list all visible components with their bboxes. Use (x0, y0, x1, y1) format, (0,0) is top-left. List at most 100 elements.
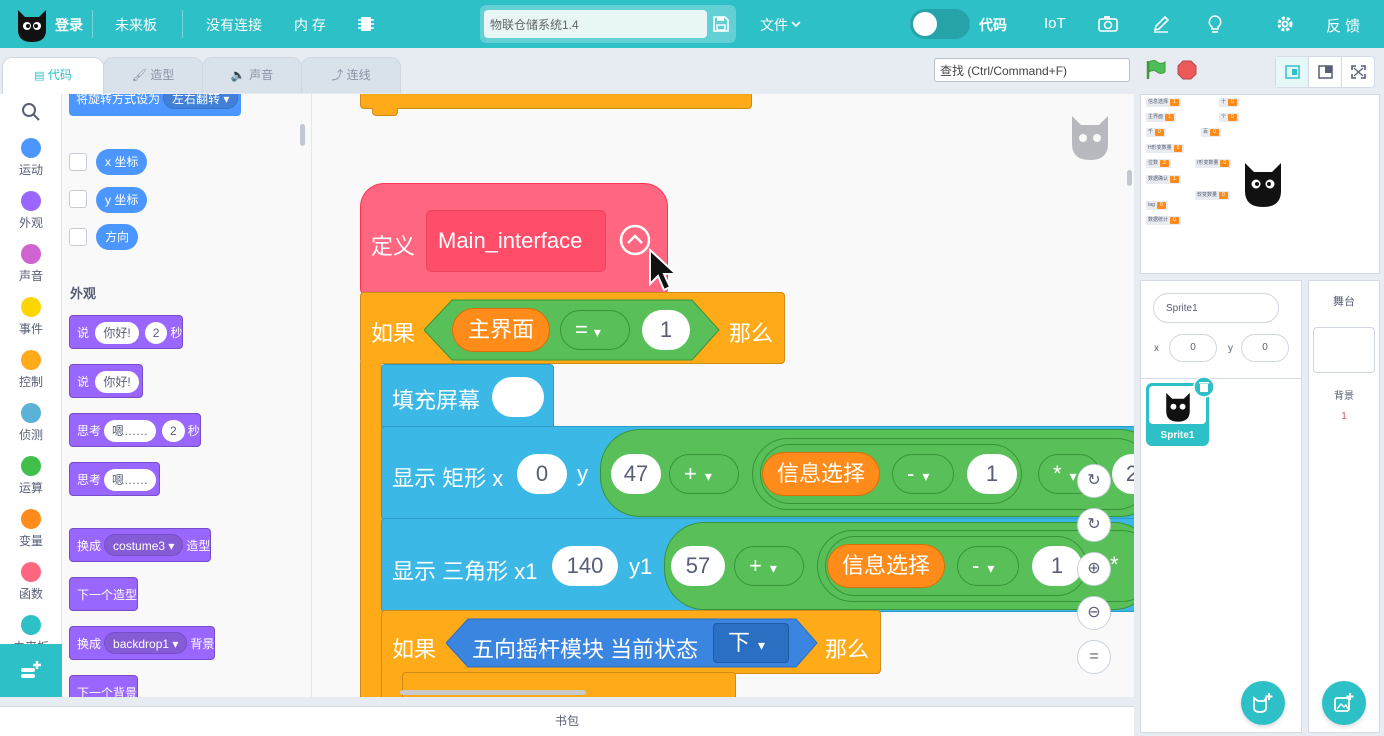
category-7[interactable]: 运算 (0, 456, 62, 496)
code-mode-toggle[interactable] (910, 9, 970, 39)
file-menu[interactable]: 文件 (760, 15, 788, 35)
backpack-bar[interactable]: 书包 (0, 706, 1134, 736)
add-backdrop-button[interactable] (1322, 681, 1366, 725)
rect-y-input[interactable]: 47 (611, 454, 661, 494)
think-text-input[interactable]: 嗯…… (104, 469, 157, 491)
partial-block[interactable] (360, 94, 752, 109)
feedback-link[interactable]: 反 馈 (1326, 15, 1360, 36)
x-position-checkbox[interactable] (69, 153, 87, 171)
tab-wiring[interactable]: ⤴ 连线 (301, 57, 401, 93)
tab-code[interactable]: ▤ 代码 (2, 57, 104, 95)
lightbulb-icon[interactable] (1206, 14, 1224, 34)
stage-preview[interactable]: 信息选择 1 十 0 主界面 1 个 0 千 0 百 0 H形变数量 0 位数 3 I形变数量 0 数据确认 1 软变数… (1140, 94, 1380, 274)
value-input[interactable]: 1 (1032, 546, 1082, 586)
rotation-style-dropdown[interactable]: 左右翻转 ▾ (163, 94, 239, 109)
tri-x1-input[interactable]: 140 (552, 546, 618, 586)
category-9[interactable]: 函数 (0, 562, 62, 602)
var-select-reporter[interactable]: 信息选择 (827, 544, 945, 588)
small-stage-button[interactable] (1276, 57, 1309, 87)
eq-operator-dropdown[interactable]: = ▾ (560, 310, 630, 350)
iot-button[interactable]: IoT (1044, 15, 1066, 32)
say-block[interactable]: 说 你好! (69, 364, 143, 398)
define-block[interactable]: 定义 Main_interface (360, 183, 668, 295)
code-workspace[interactable]: 定义 Main_interface 如果 主界面 = ▾ 1 那么 填充屏幕 显示… (312, 94, 1134, 697)
think-text-input[interactable]: 嗯…… (104, 420, 157, 442)
tab-sounds[interactable]: 🔈 声音 (202, 57, 302, 93)
say-text-input[interactable]: 你好! (95, 371, 139, 393)
var-select-reporter[interactable]: 信息选择 (762, 452, 880, 496)
plus-operator-dropdown[interactable]: + ▾ (734, 546, 804, 586)
var-main-reporter[interactable]: 主界面 (452, 308, 550, 352)
fullscreen-button[interactable] (1342, 57, 1375, 87)
large-stage-button[interactable] (1309, 57, 1342, 87)
connection-status[interactable]: 没有连接 (206, 15, 262, 35)
next-costume-block[interactable]: 下一个造型 (69, 577, 139, 611)
undo-button[interactable]: ↻ (1077, 464, 1111, 498)
login-link[interactable]: 登录 (55, 15, 83, 35)
y-position-reporter[interactable]: y 坐标 (96, 187, 148, 213)
sprite-tile[interactable]: Sprite1 (1146, 376, 1215, 446)
category-3[interactable]: 声音 (0, 244, 62, 284)
fill-screen-block[interactable]: 填充屏幕 (381, 364, 554, 430)
direction-reporter[interactable]: 方向 (96, 224, 139, 250)
add-sprite-button[interactable] (1241, 681, 1285, 725)
project-name-input[interactable] (484, 10, 707, 38)
mascot-logo-icon[interactable] (14, 4, 50, 44)
say-secs-input[interactable]: 2 (144, 322, 168, 344)
y-position-checkbox[interactable] (69, 190, 87, 208)
green-flag-icon[interactable] (1144, 59, 1166, 81)
tab-costumes[interactable]: 🖌 造型 (103, 57, 203, 93)
joystick-dir-dropdown[interactable]: 下 ▾ (713, 623, 789, 663)
category-6[interactable]: 侦测 (0, 403, 62, 443)
think-block[interactable]: 思考 嗯…… (69, 462, 161, 496)
set-rotation-style-block[interactable]: 将旋转方式设为 左右翻转 ▾ (69, 94, 242, 116)
camera-icon[interactable] (1098, 15, 1118, 33)
think-secs-input[interactable]: 2 (162, 420, 185, 442)
category-2[interactable]: 外观 (0, 191, 62, 231)
zoom-in-button[interactable]: ⊕ (1077, 552, 1111, 586)
minus-operator-dropdown[interactable]: - ▾ (957, 546, 1019, 586)
x-position-reporter[interactable]: x 坐标 (96, 149, 148, 175)
say-text-input[interactable]: 你好! (95, 322, 139, 344)
think-for-secs-block[interactable]: 思考 嗯…… 2 秒 (69, 413, 201, 447)
value-input[interactable]: 1 (642, 310, 690, 350)
value-input[interactable]: 1 (967, 454, 1017, 494)
say-for-secs-block[interactable]: 说 你好! 2 秒 (69, 315, 184, 349)
redo-button[interactable]: ↻ (1077, 508, 1111, 542)
category-1[interactable]: 运动 (0, 138, 62, 178)
board-select[interactable]: 未来板 (115, 15, 157, 35)
rect-x-input[interactable]: 0 (517, 454, 567, 494)
sprite-y-input[interactable]: 0 (1241, 334, 1289, 362)
plus-operator-dropdown[interactable]: + ▾ (669, 454, 739, 494)
switch-backdrop-block[interactable]: 换成 backdrop1 ▾ 背景 (69, 626, 216, 660)
direction-checkbox[interactable] (69, 228, 87, 246)
block-search-input[interactable] (934, 58, 1130, 82)
stage-thumbnail[interactable] (1313, 327, 1375, 373)
category-8[interactable]: 变量 (0, 509, 62, 549)
memory-button[interactable]: 内 存 (294, 15, 326, 35)
vertical-scrollbar[interactable] (1127, 170, 1132, 186)
costume-dropdown[interactable]: costume3 ▾ (104, 534, 184, 556)
palette-scrollbar[interactable] (300, 124, 305, 146)
delete-sprite-icon[interactable] (1193, 376, 1215, 398)
next-backdrop-block[interactable]: 下一个背景 (69, 675, 139, 697)
add-extension-button[interactable] (0, 644, 62, 697)
minus-operator-dropdown[interactable]: - ▾ (892, 454, 954, 494)
switch-costume-block[interactable]: 换成 costume3 ▾ 造型 (69, 528, 212, 562)
color-swatch[interactable] (492, 377, 544, 417)
proc-name-block[interactable]: Main_interface (426, 210, 606, 272)
sprite-x-input[interactable]: 0 (1169, 334, 1217, 362)
stage-selector-panel[interactable]: 舞台 背景 1 (1308, 280, 1380, 733)
save-icon[interactable] (712, 15, 730, 33)
zoom-reset-button[interactable]: = (1077, 640, 1111, 674)
sprite-on-stage[interactable] (1241, 157, 1285, 209)
tri-y1-input[interactable]: 57 (671, 546, 725, 586)
chip-icon[interactable] (357, 15, 375, 33)
backdrop-dropdown[interactable]: backdrop1 ▾ (104, 632, 188, 654)
category-4[interactable]: 事件 (0, 297, 62, 337)
pencil-icon[interactable] (1152, 15, 1170, 33)
stop-icon[interactable] (1177, 60, 1197, 80)
sprite-name-input[interactable] (1153, 293, 1279, 323)
collapse-icon[interactable] (619, 224, 651, 256)
horizontal-scrollbar[interactable] (400, 690, 586, 695)
